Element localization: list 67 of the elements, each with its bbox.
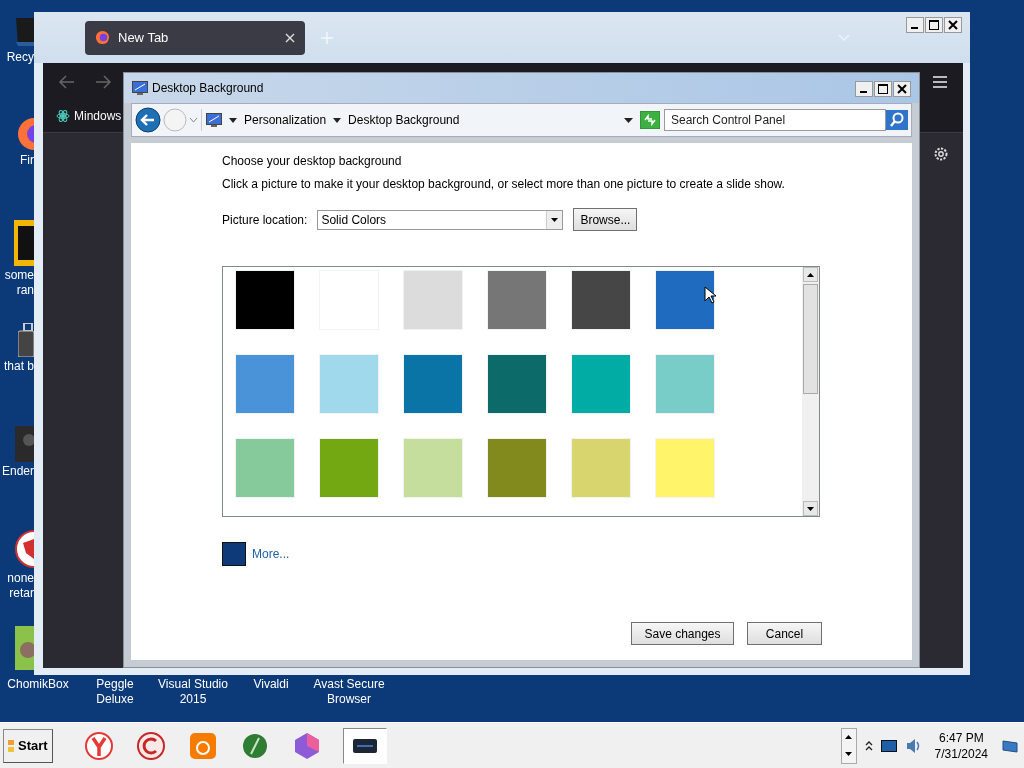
search-icon[interactable] bbox=[886, 110, 908, 130]
color-swatch[interactable] bbox=[222, 542, 246, 566]
cancel-button[interactable]: Cancel bbox=[747, 622, 822, 645]
start-logo-icon[interactable] bbox=[8, 739, 14, 752]
icon-label[interactable]: Visual Studio 2015 bbox=[154, 677, 232, 707]
browse-button[interactable]: Browse... bbox=[573, 208, 638, 231]
refresh-icon[interactable] bbox=[640, 111, 660, 129]
field-label: Picture location: bbox=[222, 212, 308, 227]
close-icon[interactable] bbox=[285, 32, 295, 43]
display-icon[interactable] bbox=[880, 739, 897, 752]
icon-label[interactable]: Peggle Deluxe bbox=[76, 677, 154, 707]
menu-icon[interactable] bbox=[933, 75, 947, 88]
icon-label[interactable]: some ran bbox=[4, 268, 34, 298]
caret-icon[interactable] bbox=[333, 117, 342, 123]
maximize-icon[interactable] bbox=[878, 84, 888, 94]
caret-icon[interactable] bbox=[551, 217, 559, 222]
scrollbar[interactable] bbox=[802, 267, 819, 516]
bookmark-link[interactable]: Mindows bbox=[74, 109, 122, 123]
arrow-down-icon[interactable] bbox=[807, 506, 814, 511]
firefox-icon bbox=[95, 30, 110, 45]
atom-icon[interactable] bbox=[56, 109, 70, 123]
start-button[interactable]: Start bbox=[3, 728, 53, 763]
forward-icon[interactable] bbox=[95, 74, 111, 89]
close-button[interactable] bbox=[893, 81, 911, 97]
icon-label[interactable]: Vivaldi bbox=[232, 677, 310, 707]
maximize-icon[interactable] bbox=[929, 20, 939, 30]
breadcrumb-item[interactable]: Personalization bbox=[244, 113, 327, 127]
icon-label[interactable]: Ender bbox=[1, 464, 34, 479]
show-desktop-icon[interactable] bbox=[1002, 738, 1018, 753]
icon-label[interactable]: none retar bbox=[7, 571, 34, 601]
arrow-up-icon[interactable] bbox=[807, 272, 814, 277]
app-icon[interactable] bbox=[14, 220, 34, 266]
icon-label[interactable]: Recy bbox=[6, 50, 34, 65]
picture-location-dropdown[interactable]: Solid Colors bbox=[317, 209, 564, 230]
caret-icon[interactable] bbox=[229, 117, 237, 123]
maximize-button[interactable] bbox=[925, 17, 943, 33]
minimize-button[interactable] bbox=[855, 81, 873, 97]
dropdown-icon[interactable] bbox=[624, 117, 633, 123]
briefcase-icon[interactable] bbox=[18, 323, 34, 357]
taskbar-scroll-button[interactable] bbox=[840, 727, 857, 764]
save-button[interactable]: Save changes bbox=[631, 622, 734, 645]
window-title: Desktop Background bbox=[152, 81, 264, 95]
icon-label[interactable]: that b bbox=[3, 359, 34, 374]
icon-label[interactable]: ChomikBox bbox=[0, 677, 76, 707]
minimize-button[interactable] bbox=[906, 17, 924, 33]
back-icon[interactable] bbox=[59, 74, 75, 89]
heading: Choose your desktop background bbox=[222, 153, 403, 169]
taskbar-app-icon[interactable] bbox=[343, 727, 387, 764]
settings-icon[interactable] bbox=[933, 146, 949, 162]
maximize-button[interactable] bbox=[874, 81, 892, 97]
browser-tab[interactable]: New Tab bbox=[85, 20, 305, 55]
speaker-icon[interactable] bbox=[904, 737, 921, 754]
back-button[interactable] bbox=[135, 107, 161, 133]
search-field[interactable]: Search Control Panel bbox=[664, 109, 886, 131]
monitor-icon bbox=[132, 81, 148, 95]
monitor-icon bbox=[206, 113, 222, 127]
arrow-up-icon[interactable] bbox=[845, 735, 853, 739]
instruction-text: Click a picture to make it your desktop background, or select more than one picture to create a slide show. bbox=[222, 176, 786, 192]
close-button[interactable] bbox=[944, 17, 962, 33]
arrow-down-icon[interactable] bbox=[845, 752, 853, 756]
mouse-cursor-icon bbox=[704, 286, 716, 304]
more-link[interactable]: More... bbox=[252, 547, 290, 561]
icon-label[interactable]: Fir bbox=[20, 153, 34, 168]
clock[interactable]: 6:47 PM 7/31/2024 bbox=[934, 729, 988, 762]
chevron-up-icon[interactable] bbox=[864, 740, 873, 751]
breadcrumb-item[interactable]: Desktop Background bbox=[348, 113, 460, 127]
icon-label[interactable]: Avast Secure Browser bbox=[310, 677, 388, 707]
